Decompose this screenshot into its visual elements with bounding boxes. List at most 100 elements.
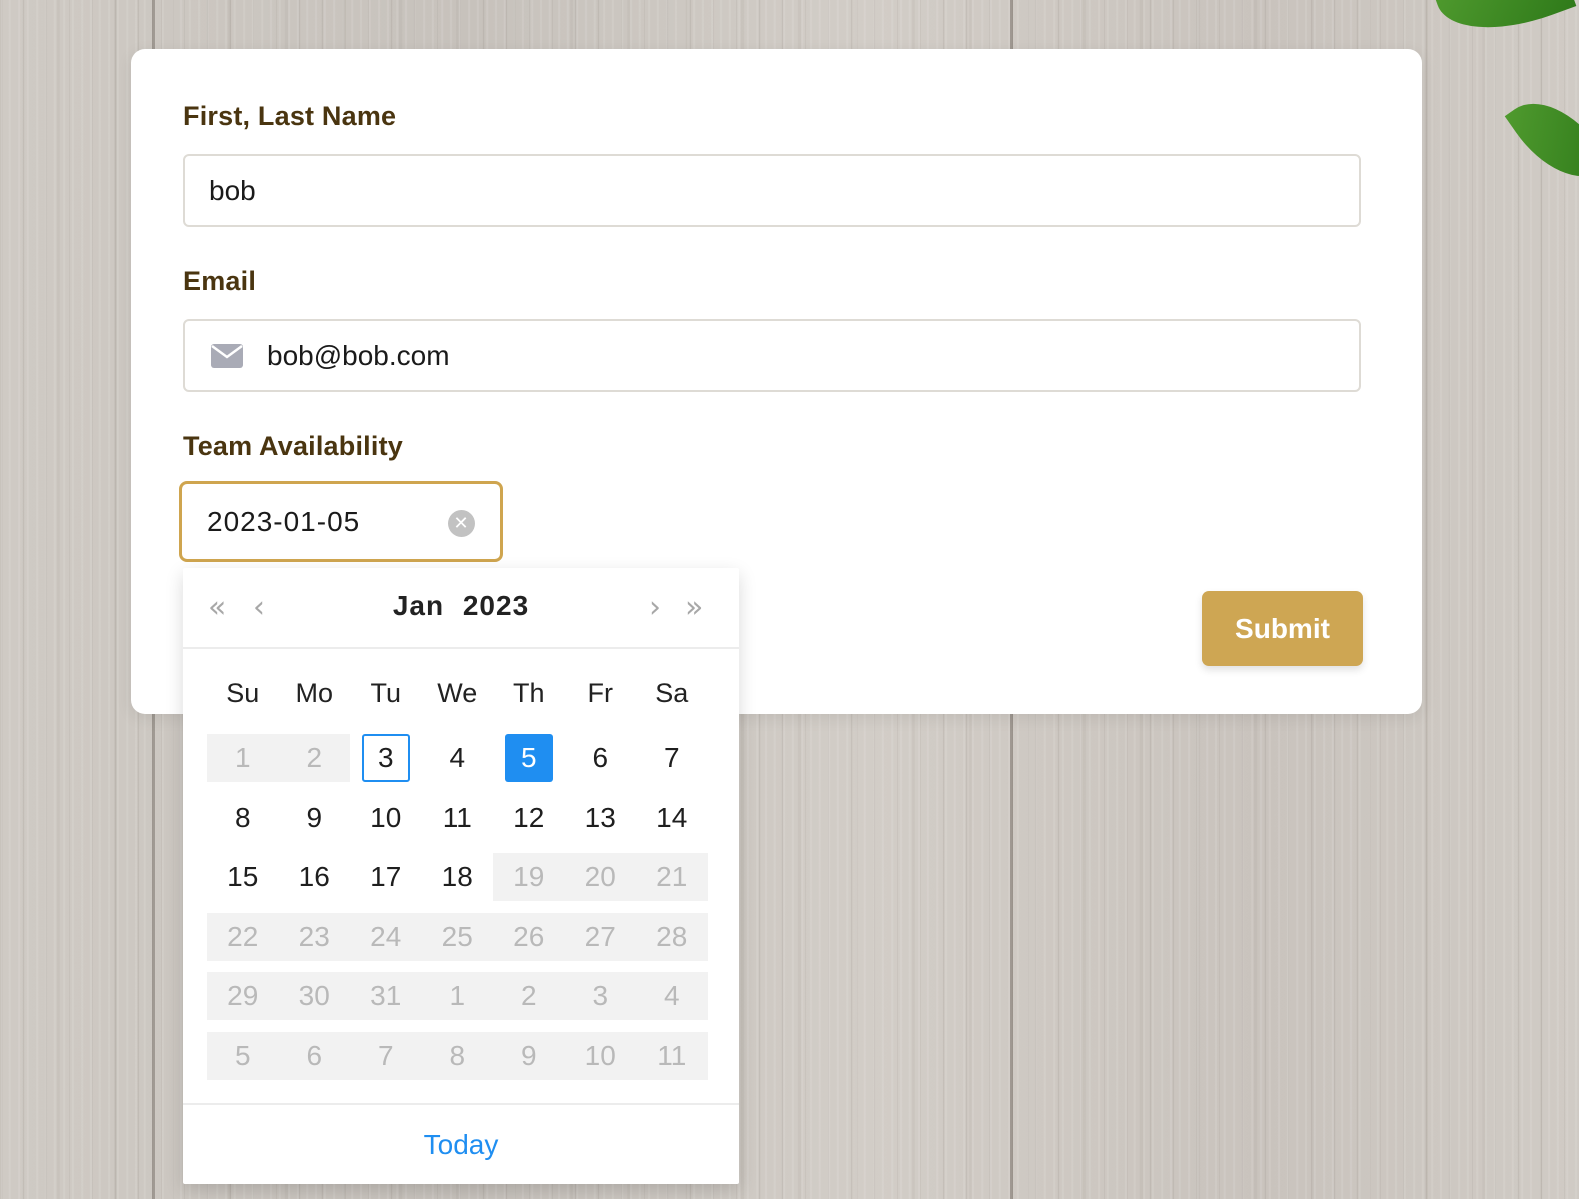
calendar-day[interactable]: 15 [207,853,279,901]
calendar-day[interactable]: 6 [565,734,637,782]
calendar-day: 9 [493,1031,565,1080]
calendar-day: 2 [278,734,350,782]
month-select[interactable]: Jan [393,590,444,621]
calendar-day: 30 [278,972,350,1020]
calendar-day-number: 15 [227,861,259,892]
date-input-value: 2023-01-05 [207,505,361,537]
calendar-day-number: 10 [370,801,402,833]
calendar-day-number: 25 [441,920,473,952]
calendar-day: 29 [207,972,279,1020]
weekday-label: Mo [295,678,333,708]
calendar-day[interactable]: 10 [350,794,422,842]
calendar-day-number: 12 [513,801,545,833]
calendar-day[interactable]: 14 [636,794,708,842]
page-background: { "form": { "name_label": "First, Last N… [0,0,1579,1199]
weekday-label: Th [512,678,545,708]
clear-icon[interactable]: ✕ [448,510,475,537]
calendar-day: 24 [350,912,422,961]
name-label: First, Last Name [183,101,397,131]
calendar-week-row: 15 16 17 18 19 20 21 [207,853,708,901]
calendar-week-row: 22 23 24 25 26 27 28 [207,912,708,961]
weekday-label: Sa [655,678,689,708]
calendar-day-number: 7 [663,742,680,773]
calendar-day: 28 [636,912,708,961]
calendar-day[interactable]: 7 [636,734,708,782]
calendar-day[interactable]: 11 [422,794,494,842]
weekday-label: We [437,678,478,708]
calendar-day: 7 [350,1031,422,1080]
calendar-day[interactable]: 16 [279,853,351,901]
calendar-day[interactable]: 12 [493,794,565,842]
calendar-day-number: 10 [584,1039,616,1071]
submit-button[interactable]: Submit [1202,591,1363,666]
calendar-week-row: 8 9 10 11 12 13 14 [207,794,708,842]
calendar-day-today[interactable]: 3 [350,734,422,782]
calendar-day-number: 29 [227,980,259,1011]
calendar-header: « ‹ Jan 2023 › » [183,568,739,649]
calendar-day: 27 [564,912,636,961]
calendar-day-number: 24 [370,920,402,952]
today-button[interactable]: Today [183,1103,739,1184]
calendar-day-number: 4 [449,742,466,773]
date-picker-dropdown: « ‹ Jan 2023 › » Su Mo Tu We Th Fr Sa 12345678… [183,568,739,1184]
year-select[interactable]: 2023 [463,590,529,621]
next-month-button[interactable]: › [649,590,661,626]
calendar-day: 23 [278,912,350,961]
calendar-day-selected[interactable]: 5 [493,734,565,782]
calendar-day: 20 [564,853,636,901]
next-year-button[interactable]: » [685,590,703,626]
name-input-value: bob [209,174,256,206]
calendar-day-number: 5 [234,1039,251,1071]
calendar-day-number: 3 [361,734,410,782]
calendar-day: 2 [493,972,565,1020]
calendar-day-number: 9 [520,1039,537,1071]
calendar-day-number: 17 [370,861,402,892]
calendar-day-number: 20 [584,861,616,892]
name-input[interactable]: bob [183,154,1361,227]
date-input[interactable]: 2023-01-05 ✕ [179,481,503,562]
email-input[interactable]: bob@bob.com [183,319,1361,392]
calendar-day-number: 2 [306,742,323,773]
calendar-day: 4 [636,972,708,1020]
calendar-day: 11 [636,1031,708,1080]
calendar-day-number: 3 [592,980,609,1011]
calendar-day-number: 19 [513,861,545,892]
email-label: Email [183,266,257,296]
calendar-day: 22 [207,912,279,961]
calendar-day-number: 6 [592,742,609,773]
email-input-value: bob@bob.com [267,339,450,371]
weekday-header-row: Su Mo Tu We Th Fr Sa [207,678,708,718]
calendar-day[interactable]: 8 [207,794,279,842]
calendar-day[interactable]: 18 [422,853,494,901]
calendar-day-number: 8 [234,801,251,833]
weekday-label: Su [226,678,260,708]
calendar-day: 1 [421,972,493,1020]
calendar-day: 10 [564,1031,636,1080]
calendar-day-number: 23 [298,920,330,952]
calendar-day: 21 [636,853,708,901]
calendar-day-number: 13 [584,801,616,833]
calendar-day: 6 [278,1031,350,1080]
calendar-day-number: 1 [449,980,466,1011]
calendar-day-number: 18 [441,861,473,892]
calendar-day[interactable]: 4 [422,734,494,782]
calendar-day: 5 [207,1031,279,1080]
availability-label: Team Availability [183,431,403,461]
calendar-day-number: 1 [234,742,251,773]
calendar-day-number: 7 [377,1039,394,1071]
plant-leaf [1504,81,1579,199]
calendar-day-number: 30 [298,980,330,1011]
plant-leaf [1433,0,1577,51]
calendar-day[interactable]: 13 [565,794,637,842]
calendar-day-number: 2 [520,980,537,1011]
calendar-day-number: 11 [442,801,472,833]
calendar-day-number: 11 [657,1039,687,1071]
calendar-day: 25 [421,912,493,961]
calendar-day[interactable]: 9 [279,794,351,842]
calendar-day-number: 26 [513,920,545,952]
weekday-label: Tu [370,678,401,708]
calendar-day-number: 16 [298,861,330,892]
calendar-day: 3 [564,972,636,1020]
calendar-day-number: 8 [449,1039,466,1071]
calendar-day[interactable]: 17 [350,853,422,901]
